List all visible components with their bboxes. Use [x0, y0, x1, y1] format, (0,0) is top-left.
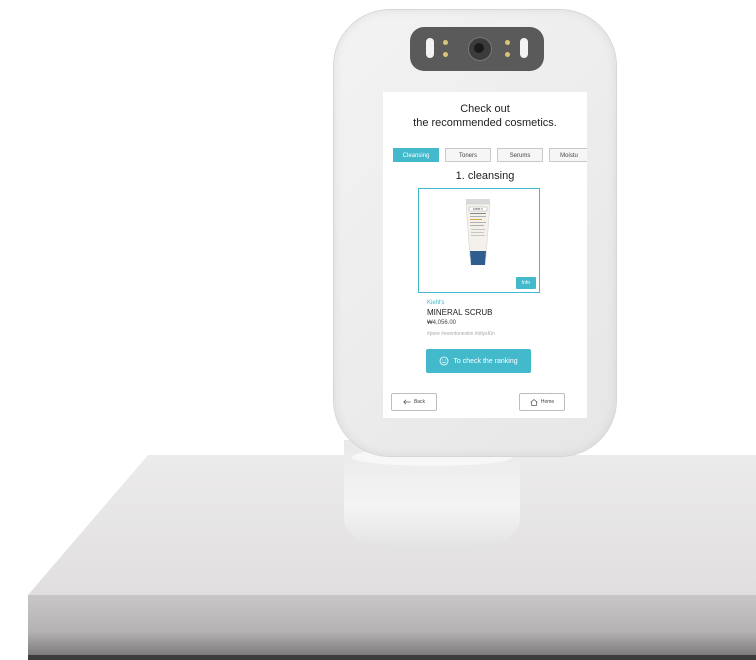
led-indicator [443, 52, 448, 57]
home-icon [530, 398, 538, 406]
check-ranking-label: To check the ranking [453, 357, 518, 365]
countertop-shadow [28, 655, 756, 660]
product-brand: Kiehl's [427, 300, 445, 306]
home-button[interactable]: Home [519, 393, 565, 411]
tab-toners[interactable]: Toners [445, 148, 491, 162]
product-image: KIEHL'S [464, 199, 492, 269]
back-button[interactable]: Back [391, 393, 437, 411]
tab-moisturizers[interactable]: Moistu [549, 148, 587, 162]
arrow-left-icon [403, 399, 411, 405]
svg-text:KIEHL'S: KIEHL'S [473, 208, 483, 211]
back-label: Back [413, 399, 426, 405]
marble-countertop-edge [28, 595, 756, 655]
screen-title-line2: the recommended cosmetics. [413, 117, 557, 129]
camera-lens-center [474, 43, 484, 53]
product-card[interactable]: KIEHL'S Info [418, 188, 540, 293]
tab-serums[interactable]: Serums [497, 148, 543, 162]
section-heading: 1. cleansing [455, 170, 515, 182]
product-name: MINERAL SCRUB [427, 308, 493, 317]
screen-title-line1: Check out [460, 103, 510, 115]
kiosk-screen: Check out the recommended cosmetics. Cle… [383, 92, 587, 418]
product-tube-icon: KIEHL'S [465, 199, 491, 265]
category-tabs: Cleansing Toners Serums Moistu [393, 148, 587, 162]
led-indicator [505, 52, 510, 57]
info-button[interactable]: Info [515, 277, 536, 289]
sensor-right [520, 38, 528, 58]
led-indicator [505, 40, 510, 45]
led-indicator [443, 40, 448, 45]
home-label: Home [540, 399, 555, 405]
tab-cleansing[interactable]: Cleansing [393, 148, 439, 162]
product-price: ₩4,056.00 [427, 320, 457, 326]
sensor-left [426, 38, 434, 58]
check-ranking-button[interactable]: To check the ranking [426, 349, 531, 373]
product-tags: #pore #eventoneskin #oilysKin [427, 331, 495, 337]
smile-icon [439, 356, 449, 366]
